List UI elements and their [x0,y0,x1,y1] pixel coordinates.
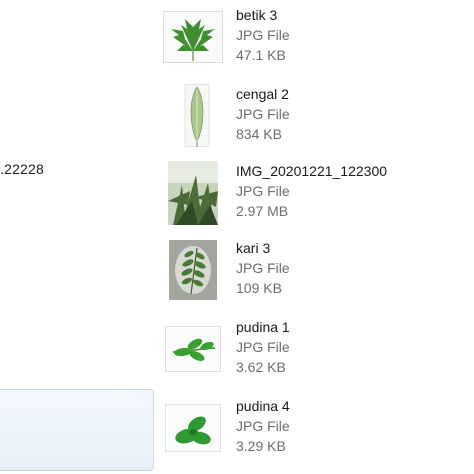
single-leaf-thumbnail [163,84,223,148]
file-item-img-20201221-122300[interactable]: IMG_20201221_122300 JPG File 2.97 MB [163,161,463,233]
file-type: JPG File [236,339,290,355]
file-size: 3.29 KB [236,438,286,454]
file-name: cengal 2 [236,86,289,102]
file-type: JPG File [236,260,290,276]
mint-leaves-thumbnail [163,396,223,460]
file-type: JPG File [236,418,290,434]
file-name: betik 3 [236,7,278,23]
file-size: 2.97 MB [236,203,289,219]
file-item-cengal-2[interactable]: cengal 2 JPG File 834 KB [163,84,463,156]
mint-sprig-thumbnail [163,317,223,381]
file-name: IMG_20201221_122300 [236,163,388,179]
file-item-pudina-4[interactable]: pudina 4 JPG File 3.29 KB [163,396,463,468]
file-size: 47.1 KB [236,47,286,63]
file-type: JPG File [236,27,290,43]
file-size: 109 KB [236,280,282,296]
partial-file-name[interactable]: .22228 [0,161,44,177]
file-type: JPG File [236,183,290,199]
papaya-leaf-thumbnail [163,5,223,69]
details-panel [0,389,154,471]
file-size: 3.62 KB [236,359,286,375]
file-size: 834 KB [236,126,282,142]
file-item-betik-3[interactable]: betik 3 JPG File 47.1 KB [163,5,463,77]
file-item-pudina-1[interactable]: pudina 1 JPG File 3.62 KB [163,317,463,389]
file-name: pudina 1 [236,319,290,335]
file-name: pudina 4 [236,398,290,414]
file-name: kari 3 [236,240,271,256]
plant-photo-thumbnail [163,161,223,225]
file-type: JPG File [236,106,290,122]
curry-leaf-thumbnail [163,238,223,302]
file-item-kari-3[interactable]: kari 3 JPG File 109 KB [163,238,463,310]
